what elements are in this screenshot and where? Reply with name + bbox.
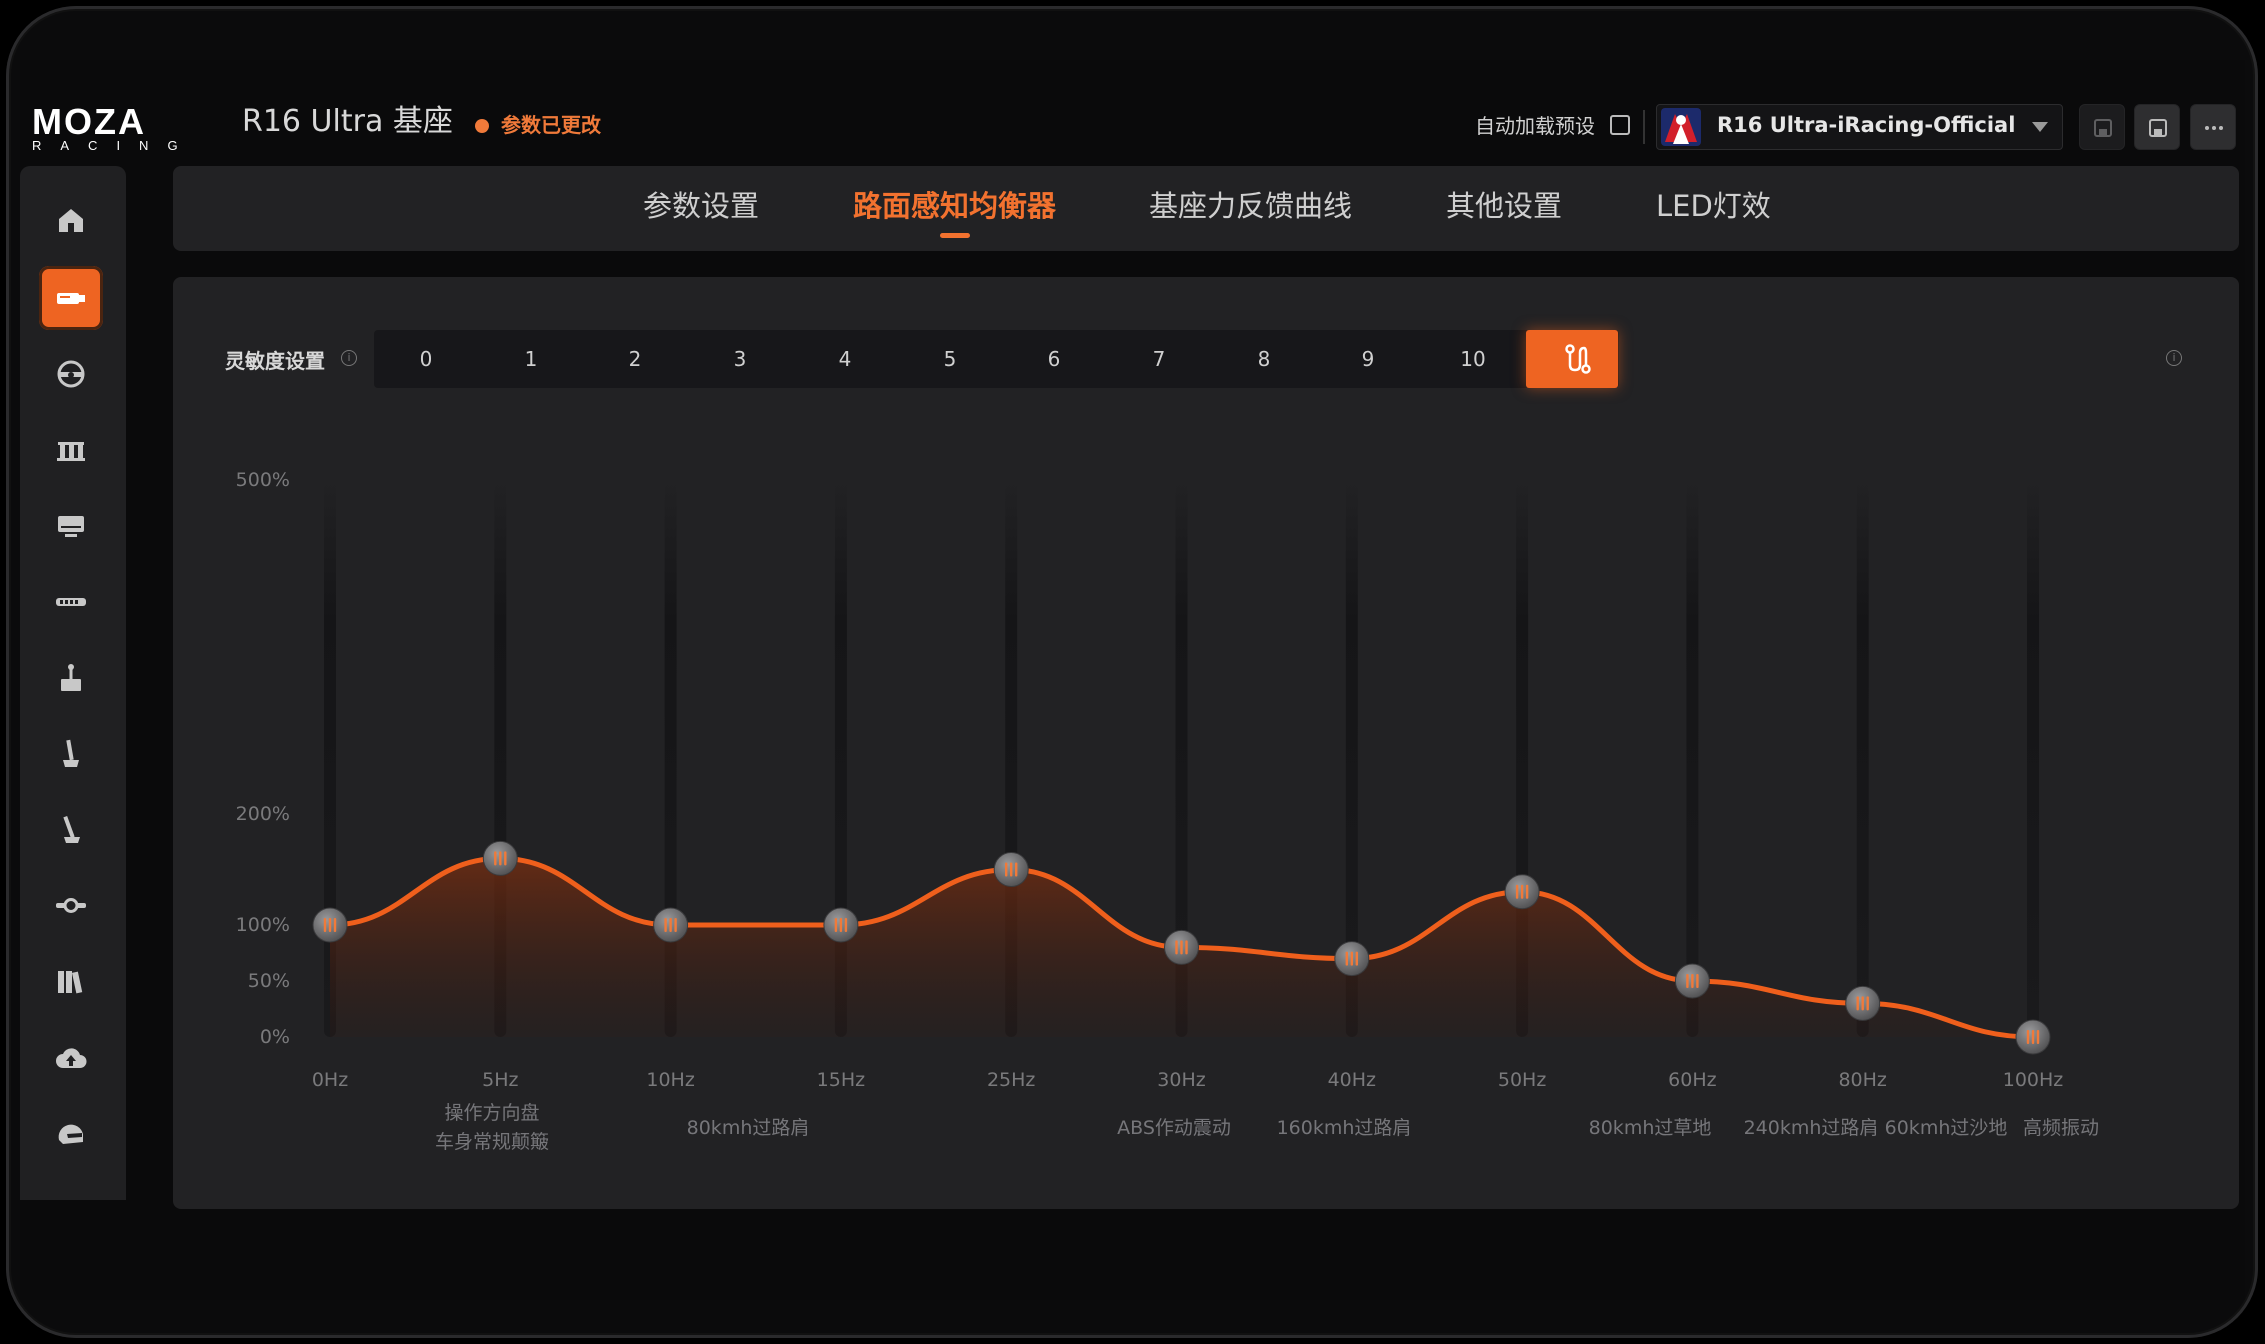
eq-slider-knob[interactable] <box>312 907 348 943</box>
frequency-annotation: 80kmh过路肩 <box>686 1117 810 1139</box>
x-tick-label: 40Hz <box>1327 1069 1377 1091</box>
eq-slider-track <box>1856 480 1869 1037</box>
eq-slider-knob[interactable] <box>1674 963 1710 999</box>
x-tick-label: 15Hz <box>816 1069 866 1091</box>
eq-slider-knob[interactable] <box>1845 985 1881 1021</box>
eq-slider-knob[interactable] <box>653 907 689 943</box>
frequency-annotation: 160kmh过路肩 <box>1276 1117 1412 1139</box>
eq-slider-knob[interactable] <box>823 907 859 943</box>
y-tick-label: 500% <box>235 469 290 491</box>
eq-slider-knob[interactable] <box>2015 1019 2051 1055</box>
frequency-annotation: 高频振动 <box>2022 1117 2100 1139</box>
eq-slider-knob[interactable] <box>482 840 518 876</box>
x-tick-label: 80Hz <box>1838 1069 1887 1091</box>
x-tick-label: 0Hz <box>311 1069 349 1091</box>
eq-slider-knob[interactable] <box>993 852 1029 887</box>
x-tick-label: 100Hz <box>2002 1069 2064 1091</box>
eq-slider-track <box>2027 480 2039 1037</box>
x-tick-label: 60Hz <box>1668 1069 1717 1091</box>
equalizer-chart[interactable] <box>0 0 2265 1344</box>
frequency-annotation: 60kmh过沙地 <box>1884 1117 2008 1139</box>
x-tick-label: 30Hz <box>1157 1069 1206 1091</box>
y-tick-label: 200% <box>235 803 290 825</box>
eq-slider-knob[interactable] <box>1334 941 1370 977</box>
frequency-annotation: 80kmh过草地 <box>1588 1117 1712 1139</box>
x-tick-label: 5Hz <box>482 1069 519 1091</box>
eq-slider-knob[interactable] <box>1504 874 1540 910</box>
frequency-annotation: 车身常规颠簸 <box>434 1131 550 1153</box>
frequency-annotation: 操作方向盘 <box>444 1102 540 1124</box>
y-tick-label: 100% <box>235 914 290 936</box>
y-tick-label: 50% <box>247 970 290 992</box>
eq-slider-track <box>1686 480 1699 1037</box>
frequency-annotation: ABS作动震动 <box>1117 1117 1231 1139</box>
x-tick-label: 25Hz <box>986 1069 1036 1091</box>
frequency-annotation: 240kmh过路肩 <box>1743 1117 1879 1139</box>
y-tick-label: 0% <box>259 1026 290 1048</box>
eq-slider-knob[interactable] <box>1164 929 1199 965</box>
x-tick-label: 50Hz <box>1497 1069 1547 1091</box>
x-tick-label: 10Hz <box>646 1069 695 1091</box>
